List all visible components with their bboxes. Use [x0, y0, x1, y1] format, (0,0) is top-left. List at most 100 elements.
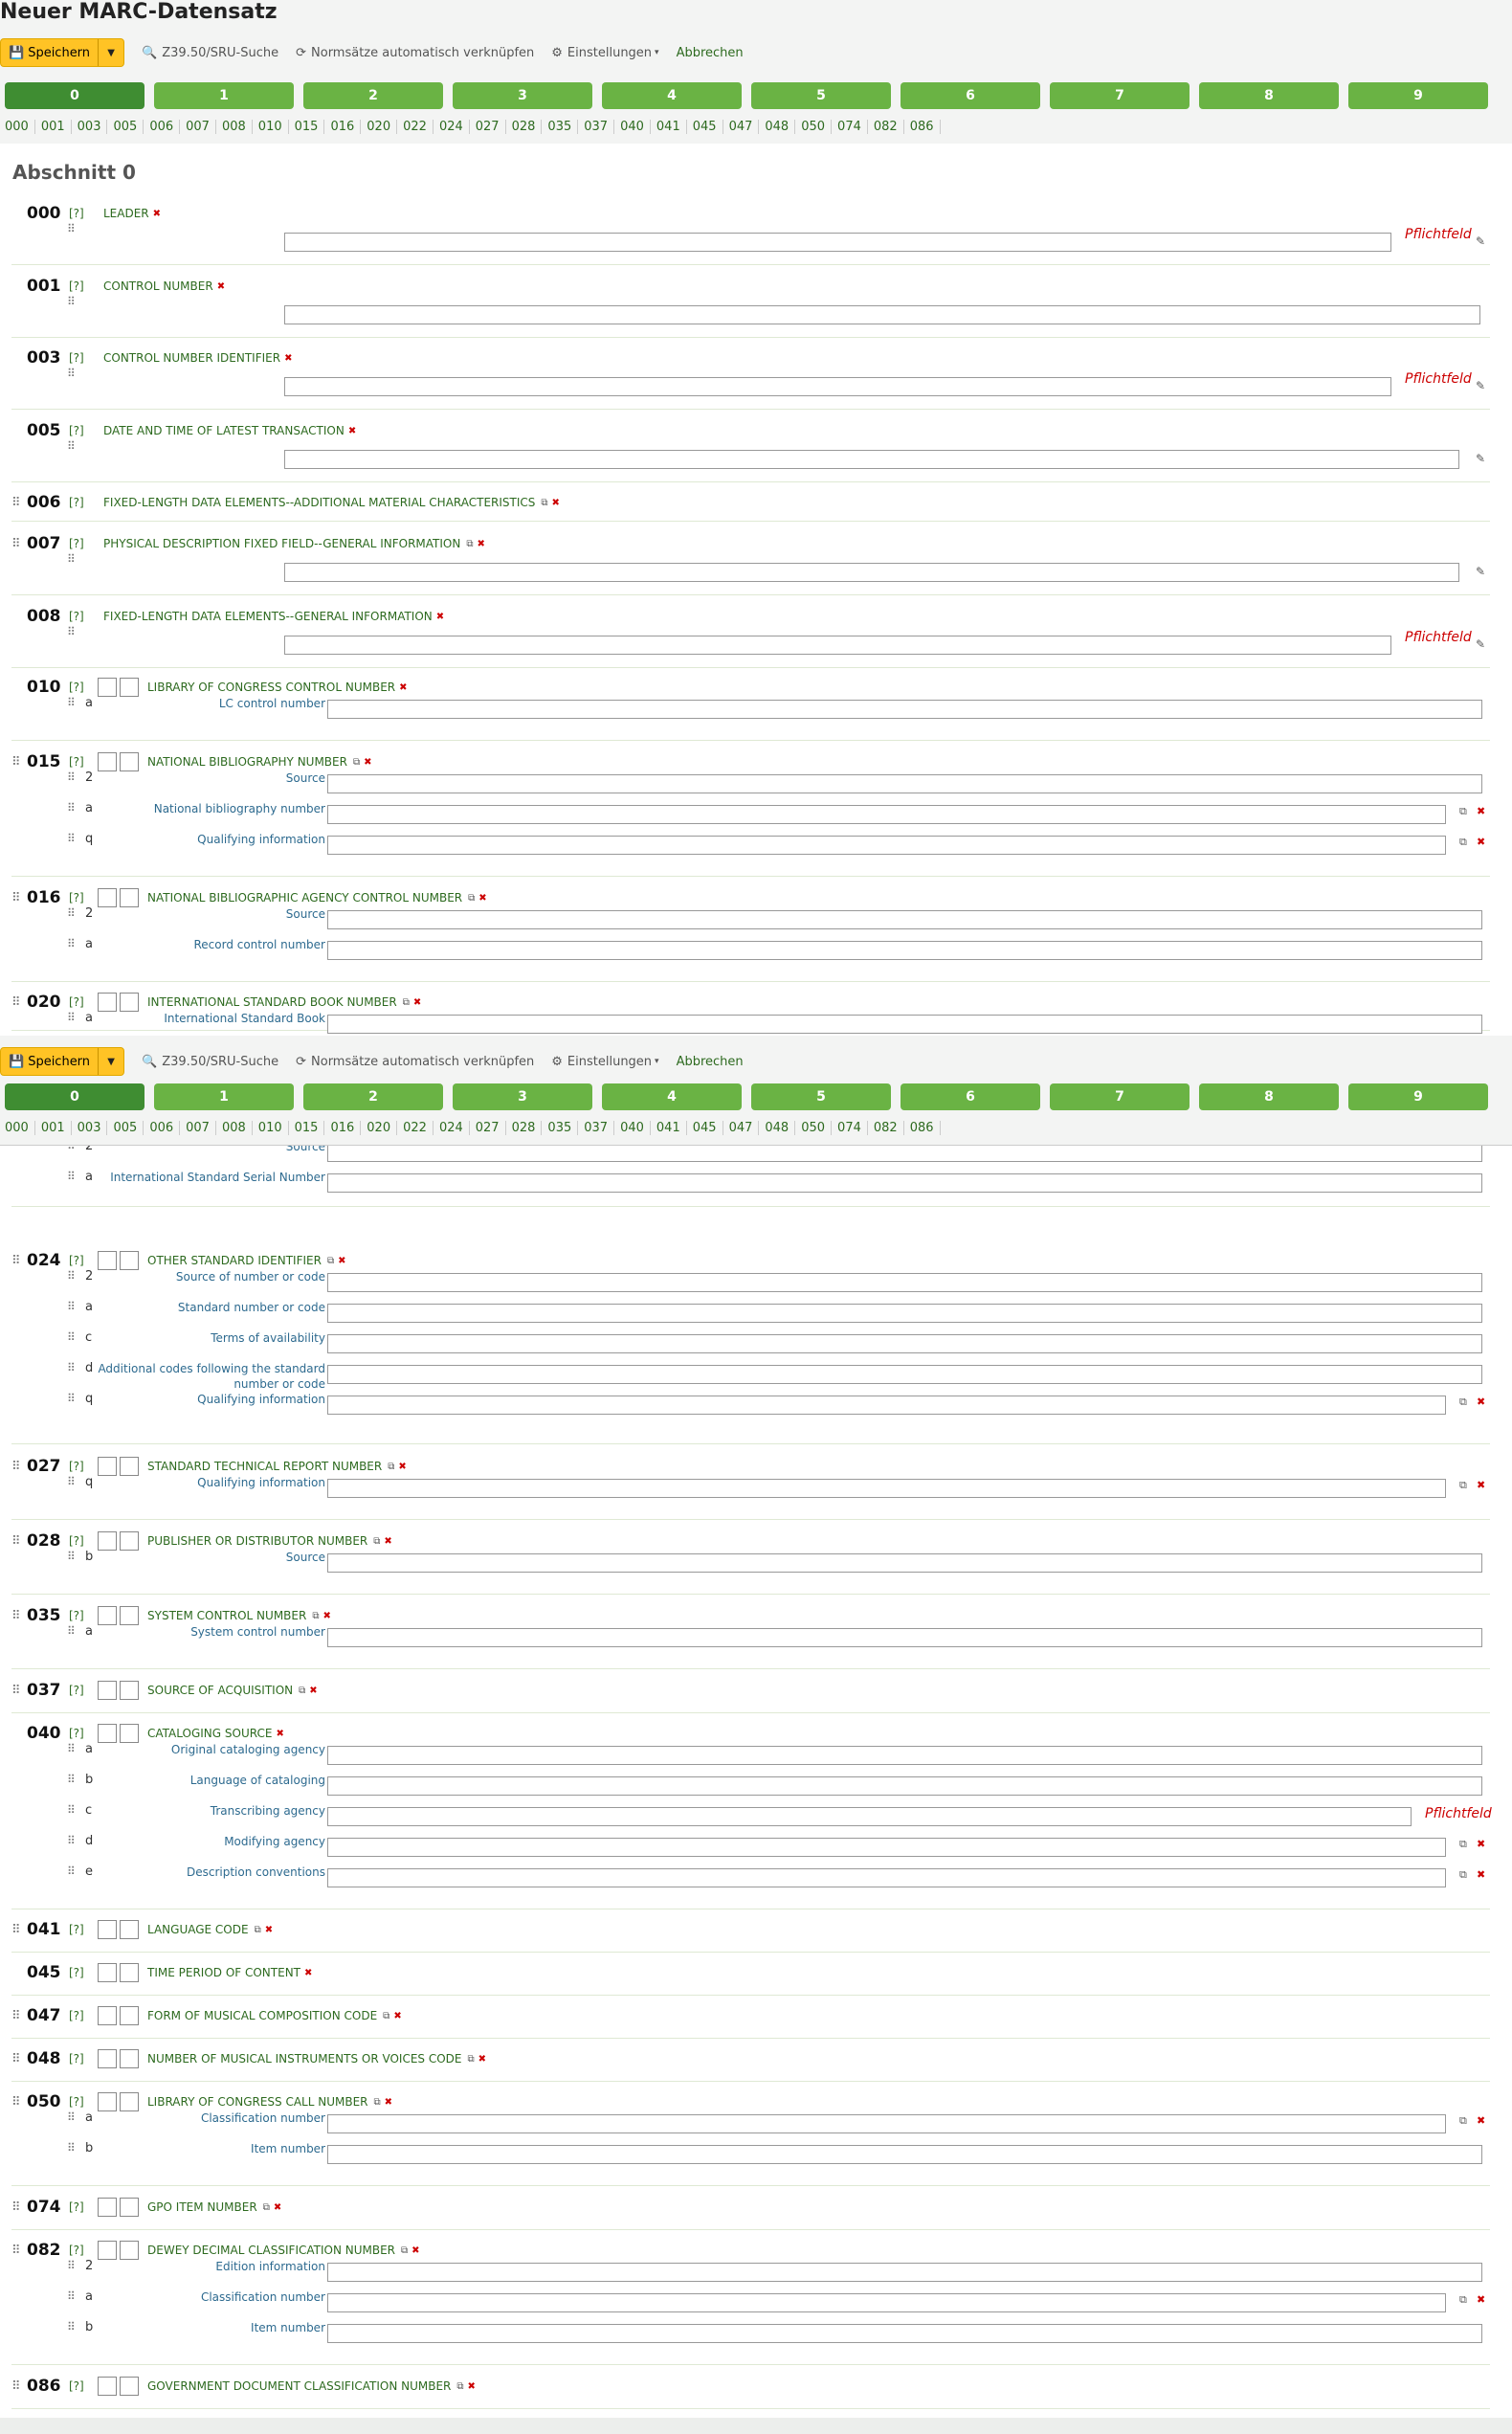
subfield-input[interactable] — [327, 1365, 1482, 1384]
subfield-input[interactable] — [327, 1776, 1482, 1796]
tab-6[interactable]: 6 — [901, 1083, 1040, 1110]
field-description[interactable]: NATIONAL BIBLIOGRAPHY NUMBER — [147, 755, 347, 769]
clone-subfield-icon[interactable]: ⧉ — [1459, 2114, 1467, 2128]
field-description[interactable]: INTERNATIONAL STANDARD BOOK NUMBER — [147, 995, 397, 1009]
subfield-input[interactable] — [327, 1479, 1446, 1498]
tag-link-007[interactable]: 007 — [180, 1120, 216, 1135]
tag-link-016[interactable]: 016 — [324, 1120, 362, 1135]
help-link[interactable]: [?] — [69, 2200, 98, 2214]
drag-handle-icon[interactable]: ⠿ — [67, 1624, 76, 1638]
tag-link-008[interactable]: 008 — [216, 119, 253, 134]
drag-handle-icon[interactable]: ⠿ — [67, 1361, 76, 1374]
tag-link-022[interactable]: 022 — [397, 1120, 434, 1135]
tag-link-027[interactable]: 027 — [470, 119, 506, 134]
drag-handle-icon[interactable]: ⠿ — [67, 1392, 76, 1405]
subfield-input[interactable] — [327, 1553, 1482, 1573]
tab-5[interactable]: 5 — [751, 1083, 891, 1110]
clone-field-icon[interactable]: ⧉ — [403, 997, 410, 1008]
clone-field-icon[interactable]: ⧉ — [255, 1925, 261, 1935]
drag-handle-icon[interactable]: ⠿ — [67, 2320, 76, 2334]
tag-link-028[interactable]: 028 — [506, 119, 543, 134]
clone-field-icon[interactable]: ⧉ — [327, 1256, 334, 1266]
tag-link-010[interactable]: 010 — [253, 1120, 289, 1135]
field-description[interactable]: LEADER — [103, 207, 149, 220]
tag-link-074[interactable]: 074 — [832, 1120, 868, 1135]
tab-6[interactable]: 6 — [901, 82, 1040, 109]
field-description[interactable]: OTHER STANDARD IDENTIFIER — [147, 1254, 322, 1267]
indicator-1-input[interactable] — [98, 1920, 117, 1939]
tab-4[interactable]: 4 — [602, 1083, 742, 1110]
delete-field-icon[interactable]: ✖ — [322, 1611, 330, 1621]
tag-link-010[interactable]: 010 — [253, 119, 289, 134]
tab-4[interactable]: 4 — [602, 82, 742, 109]
tag-link-037[interactable]: 037 — [578, 119, 615, 134]
tab-8[interactable]: 8 — [1199, 82, 1339, 109]
subfield-input[interactable] — [284, 450, 1459, 469]
field-description[interactable]: FIXED-LENGTH DATA ELEMENTS--GENERAL INFO… — [103, 610, 433, 623]
indicator-1-input[interactable] — [98, 2377, 117, 2396]
tag-link-005[interactable]: 005 — [107, 1120, 145, 1135]
subfield-input[interactable] — [284, 305, 1480, 324]
drag-handle-icon[interactable]: ⠿ — [11, 2009, 27, 2023]
drag-handle-icon[interactable]: ⠿ — [11, 2200, 27, 2215]
save-dropdown-icon[interactable]: ▼ — [99, 1057, 123, 1067]
indicator-2-input[interactable] — [120, 678, 139, 697]
field-description[interactable]: LIBRARY OF CONGRESS CONTROL NUMBER — [147, 681, 395, 694]
field-description[interactable]: NUMBER OF MUSICAL INSTRUMENTS OR VOICES … — [147, 2052, 462, 2066]
clone-field-icon[interactable]: ⧉ — [299, 1686, 305, 1696]
tag-link-006[interactable]: 006 — [144, 1120, 181, 1135]
help-link[interactable]: [?] — [69, 2052, 98, 2066]
field-description[interactable]: GOVERNMENT DOCUMENT CLASSIFICATION NUMBE… — [147, 2379, 451, 2393]
tag-link-040[interactable]: 040 — [614, 1120, 651, 1135]
indicator-1-input[interactable] — [98, 1531, 117, 1551]
drag-handle-icon[interactable]: ⠿ — [67, 2110, 76, 2124]
indicator-1-input[interactable] — [98, 1606, 117, 1625]
drag-handle-icon[interactable]: ⠿ — [67, 832, 76, 845]
tag-link-020[interactable]: 020 — [361, 119, 398, 134]
tab-7[interactable]: 7 — [1050, 1083, 1190, 1110]
subfield-input[interactable] — [327, 1807, 1412, 1826]
indicator-1-input[interactable] — [98, 1724, 117, 1743]
drag-handle-icon[interactable]: ⠿ — [67, 2141, 76, 2155]
tab-2[interactable]: 2 — [303, 1083, 443, 1110]
drag-handle-icon[interactable]: ⠿ — [11, 755, 27, 770]
indicator-2-input[interactable] — [120, 1457, 139, 1476]
field-description[interactable]: SYSTEM CONTROL NUMBER — [147, 1609, 306, 1622]
subfield-input[interactable] — [327, 836, 1446, 855]
drag-handle-icon[interactable]: ⠿ — [67, 625, 76, 638]
field-description[interactable]: CATALOGING SOURCE — [147, 1727, 272, 1740]
indicator-1-input[interactable] — [98, 1681, 117, 1700]
subfield-input[interactable] — [327, 941, 1482, 960]
clone-field-icon[interactable]: ⧉ — [383, 2011, 389, 2021]
tag-link-003[interactable]: 003 — [72, 119, 108, 134]
subfield-input[interactable] — [327, 1868, 1446, 1887]
tag-link-027[interactable]: 027 — [470, 1120, 506, 1135]
indicator-1-input[interactable] — [98, 1457, 117, 1476]
tag-link-024[interactable]: 024 — [434, 1120, 470, 1135]
tab-2[interactable]: 2 — [303, 82, 443, 109]
clone-subfield-icon[interactable]: ⧉ — [1459, 1868, 1467, 1882]
subfield-input[interactable] — [327, 1304, 1482, 1323]
clone-field-icon[interactable]: ⧉ — [401, 2245, 408, 2256]
drag-handle-icon[interactable]: ⠿ — [67, 295, 76, 308]
delete-field-icon[interactable]: ✖ — [393, 2011, 401, 2021]
help-link[interactable]: [?] — [69, 2244, 98, 2257]
tag-link-082[interactable]: 082 — [868, 119, 904, 134]
subfield-input[interactable] — [327, 1334, 1482, 1353]
tag-link-024[interactable]: 024 — [434, 119, 470, 134]
delete-field-icon[interactable]: ✖ — [338, 1256, 345, 1266]
field-description[interactable]: SOURCE OF ACQUISITION — [147, 1684, 293, 1697]
clone-field-icon[interactable]: ⧉ — [263, 2202, 270, 2213]
tag-link-041[interactable]: 041 — [651, 119, 687, 134]
tag-link-022[interactable]: 022 — [397, 119, 434, 134]
tab-5[interactable]: 5 — [751, 82, 891, 109]
delete-field-icon[interactable]: ✖ — [398, 1462, 406, 1472]
indicator-2-input[interactable] — [120, 888, 139, 907]
indicator-2-input[interactable] — [120, 1251, 139, 1270]
auto-link-button[interactable]: ⟳ Normsätze automatisch verknüpfen — [296, 46, 534, 60]
field-description[interactable]: CONTROL NUMBER IDENTIFIER — [103, 351, 280, 365]
save-button[interactable]: 💾 Speichern ▼ — [0, 38, 125, 67]
drag-handle-icon[interactable]: ⠿ — [67, 1803, 76, 1817]
field-description[interactable]: DATE AND TIME OF LATEST TRANSACTION — [103, 424, 345, 437]
subfield-input[interactable] — [327, 910, 1482, 929]
